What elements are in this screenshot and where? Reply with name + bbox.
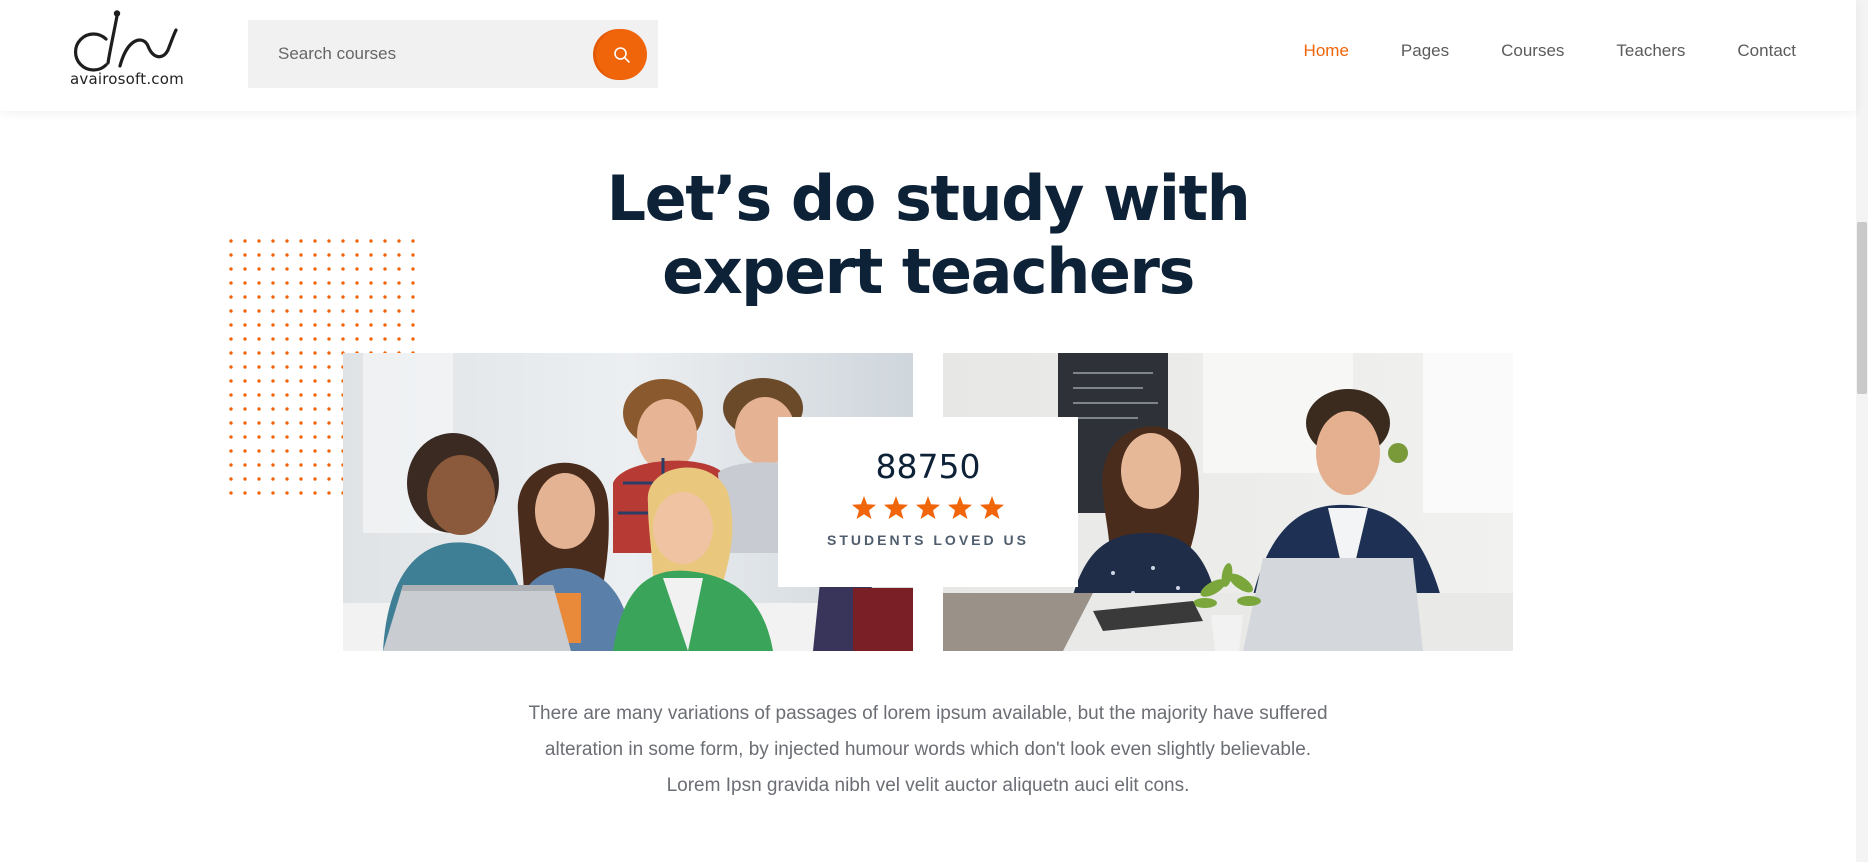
main-nav: Home Pages Courses Teachers Contact (1252, 41, 1796, 61)
star-icon (852, 496, 876, 519)
scrollbar-thumb[interactable] (1857, 222, 1867, 394)
course-search (248, 20, 658, 88)
students-loved-label: STUDENTS LOVED US (827, 532, 1029, 548)
page-scrollbar[interactable] (1856, 0, 1868, 862)
nav-home[interactable]: Home (1304, 41, 1349, 61)
nav-pages[interactable]: Pages (1401, 41, 1449, 61)
star-icon (980, 496, 1004, 519)
search-icon (613, 46, 630, 63)
logo-wordmark: avairosoft.com (70, 70, 184, 88)
site-logo[interactable]: avairosoft.com (68, 10, 184, 90)
nav-teachers[interactable]: Teachers (1616, 41, 1685, 61)
nav-courses[interactable]: Courses (1501, 41, 1564, 61)
students-stat-card: 88750 STUDENTS LOVED US (778, 417, 1078, 587)
search-button[interactable] (596, 29, 647, 80)
hero-title-line-1: Let’s do study with (606, 162, 1251, 235)
star-icon (884, 496, 908, 519)
search-input[interactable] (248, 20, 588, 88)
site-header: avairosoft.com Home Pages Courses Teache… (0, 0, 1856, 111)
hero-description: There are many variations of passages of… (528, 703, 1328, 796)
logo-mark-icon (73, 10, 178, 72)
students-count: 88750 (875, 447, 981, 486)
star-icon (948, 496, 972, 519)
star-icon (916, 496, 940, 519)
rating-stars (778, 496, 1078, 519)
hero-title-line-2: expert teachers (662, 235, 1195, 308)
nav-contact[interactable]: Contact (1737, 41, 1796, 61)
